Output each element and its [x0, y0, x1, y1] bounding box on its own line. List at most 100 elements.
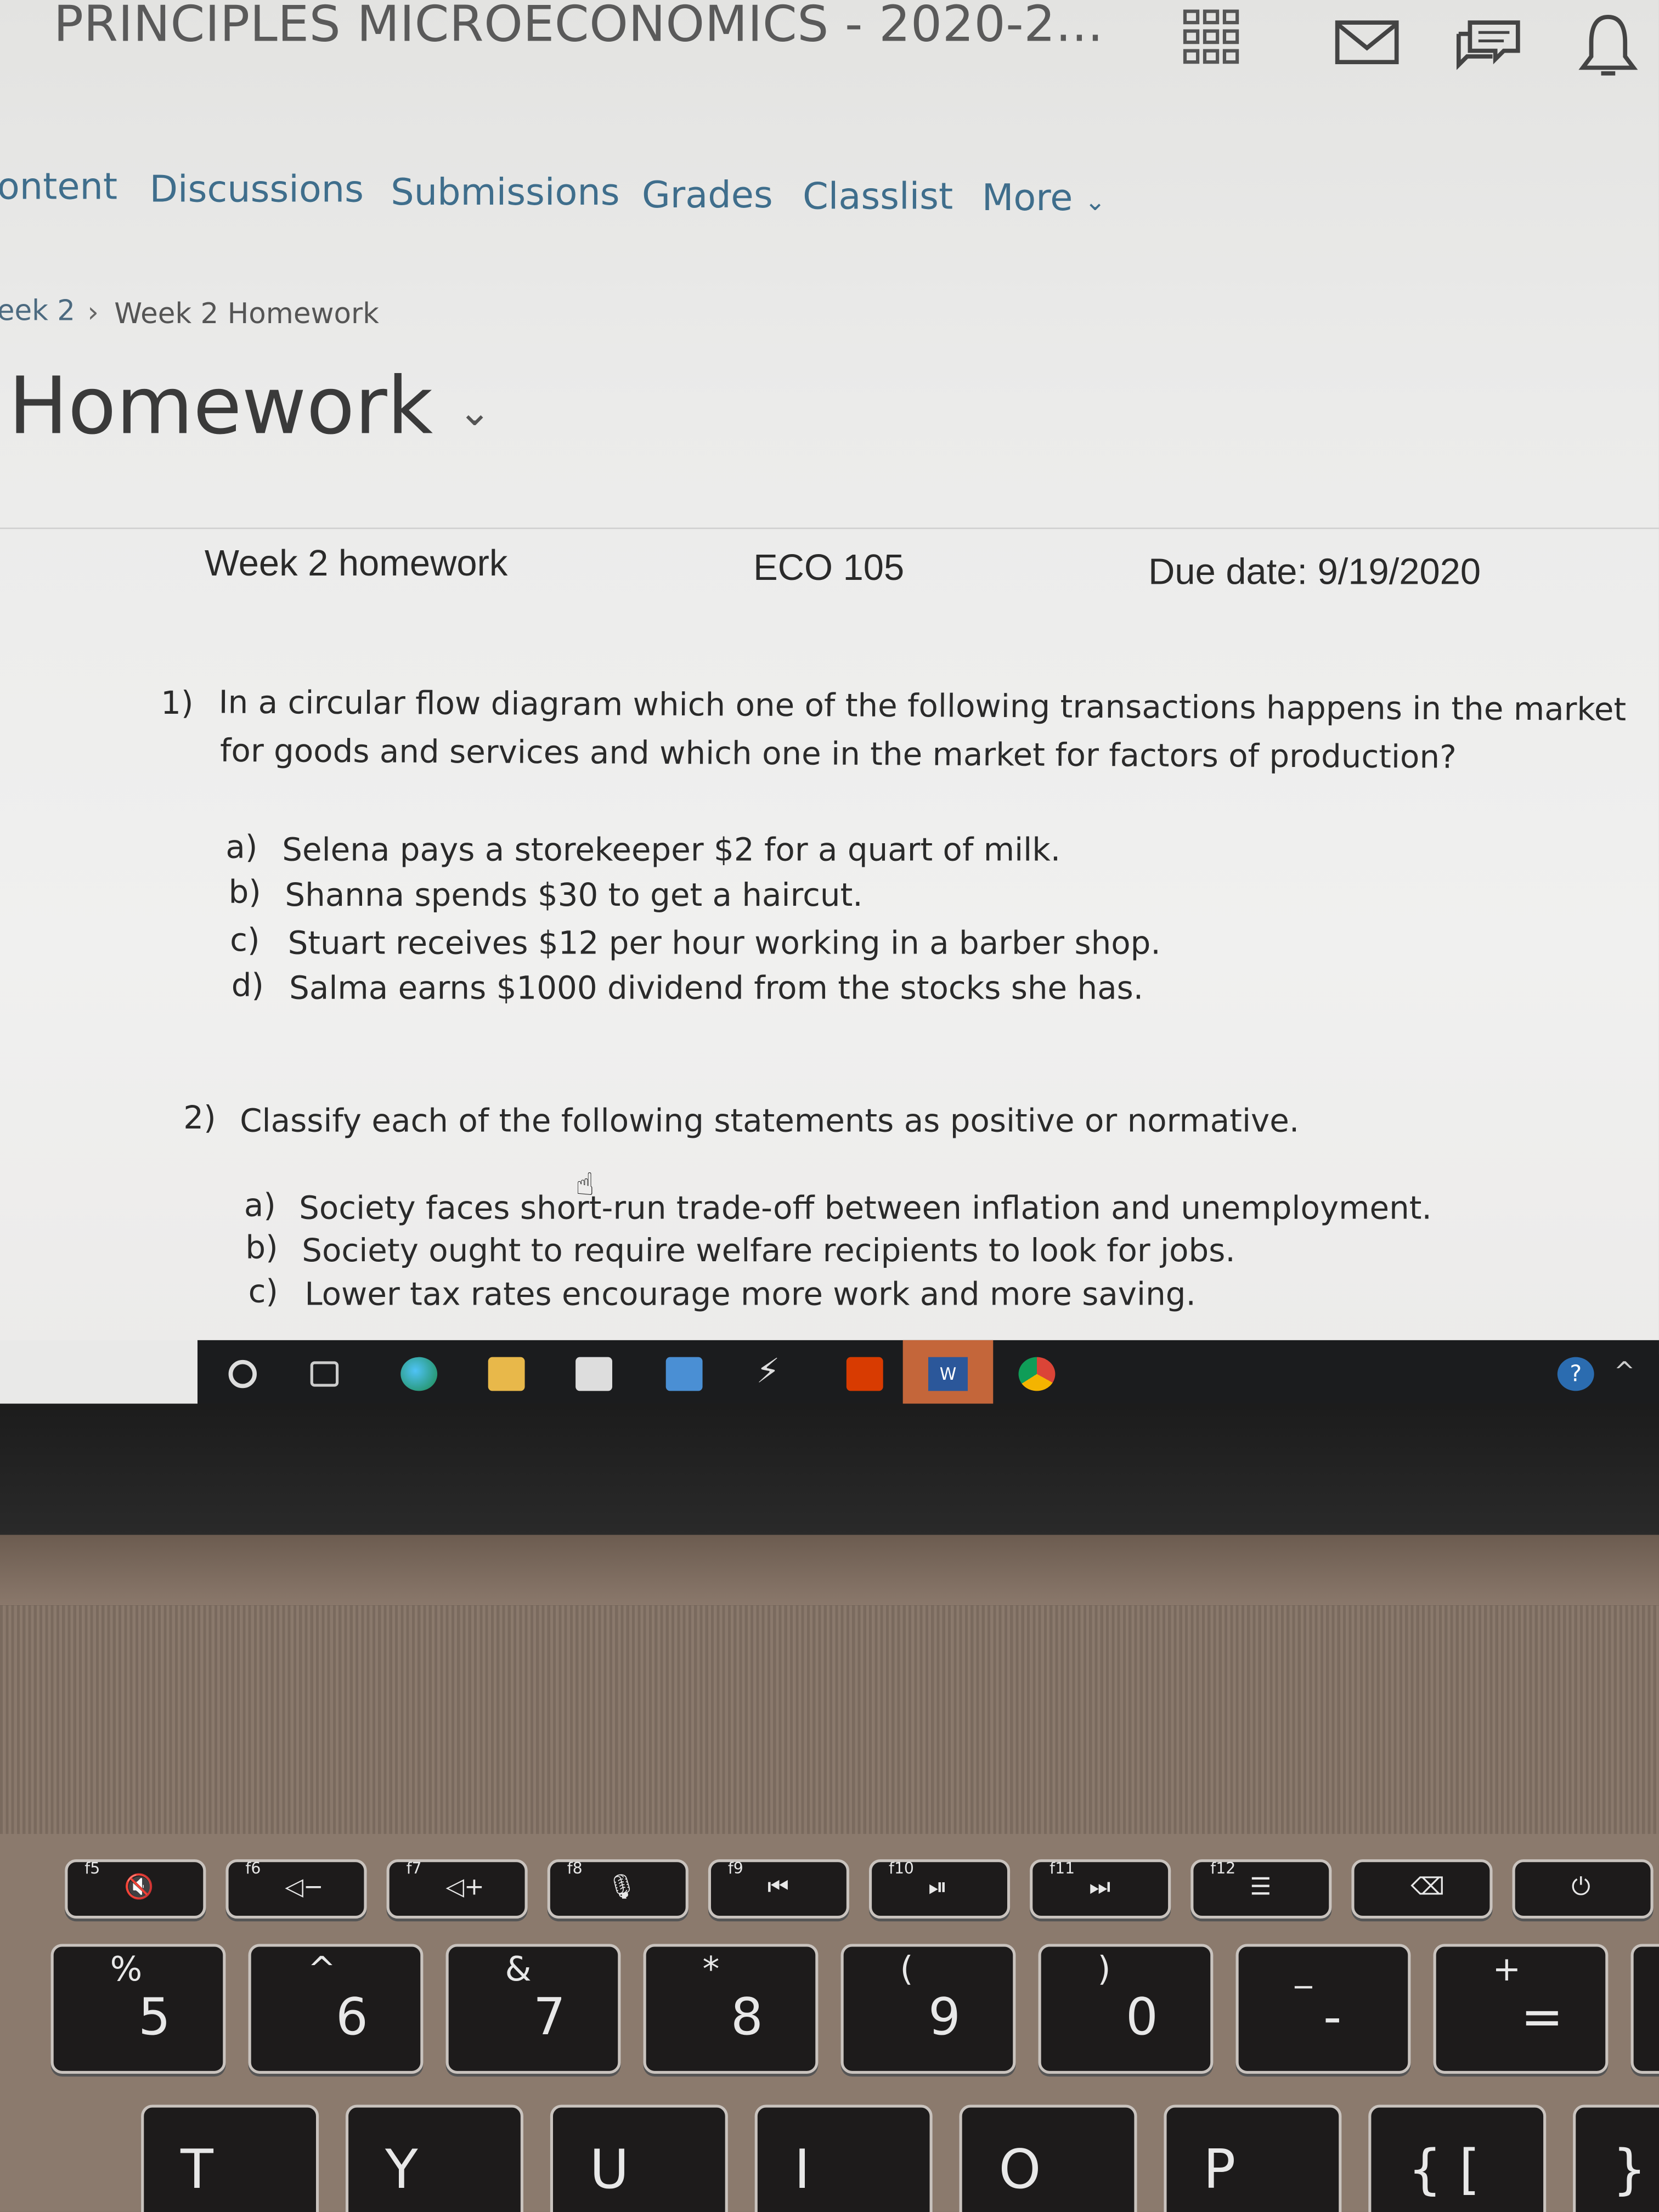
number-key[interactable]: (9	[840, 1944, 1016, 2074]
bell-icon[interactable]	[1577, 12, 1639, 82]
nav-classlist[interactable]: Classlist	[803, 176, 953, 218]
course-title[interactable]: PRINCIPLES MICROECONOMICS - 2020-2...	[54, 0, 1104, 54]
number-key[interactable]: _ -	[1235, 1944, 1411, 2074]
number-key[interactable]: + =	[1433, 1944, 1609, 2074]
fn-key-label: f11	[1049, 1859, 1075, 1878]
chat-icon[interactable]	[1453, 14, 1524, 76]
nav-more[interactable]: More ⌄	[982, 178, 1106, 220]
letter-key[interactable]: } ]	[1573, 2104, 1659, 2212]
q1-option-b-label: b)	[228, 874, 261, 912]
q1-number: 1)	[161, 685, 194, 723]
number-key[interactable]: ^ 6	[248, 1944, 424, 2074]
fn-key-symbol: ◁−	[285, 1873, 324, 1902]
breadcrumb-separator: ›	[87, 295, 99, 329]
fn-key[interactable]: f5 🔇	[65, 1859, 206, 1919]
fn-key-symbol: ◁+	[445, 1873, 484, 1902]
key-letter: O	[998, 2138, 1041, 2201]
key-main-symbol: 0	[1125, 1989, 1158, 2047]
q1-option-b: Shanna spends $30 to get a haircut.	[285, 877, 863, 915]
office-icon[interactable]	[846, 1357, 883, 1391]
letter-key[interactable]: { [	[1368, 2104, 1547, 2212]
doc-header-left: Week 2 homework	[204, 541, 508, 584]
fn-key[interactable]: ⌫	[1351, 1859, 1493, 1919]
word-icon: W	[928, 1357, 968, 1391]
number-key[interactable]: % 5	[50, 1944, 226, 2074]
mail-icon[interactable]	[665, 1357, 703, 1391]
key-shift-symbol: (	[900, 1949, 913, 1989]
fn-key-label: f6	[245, 1859, 261, 1878]
key-shift-symbol: +	[1492, 1949, 1521, 1989]
chevron-up-icon[interactable]: ^	[1614, 1357, 1651, 1391]
power-automate-icon[interactable]: ⚡	[756, 1351, 793, 1391]
search-icon[interactable]	[228, 1359, 257, 1389]
letter-key[interactable]: T	[141, 2104, 319, 2212]
letter-key[interactable]: P	[1164, 2104, 1342, 2212]
fn-key[interactable]: f8 🎙	[547, 1859, 689, 1919]
doc-header-due-date: Due date: 9/19/2020	[1148, 550, 1481, 592]
fn-key[interactable]: ⏻	[1512, 1859, 1654, 1919]
q1-text-2: for goods and services and which one in …	[219, 733, 1457, 777]
page-title[interactable]: Homework ⌄	[8, 361, 491, 453]
fn-key[interactable]: f7 ◁+	[386, 1859, 528, 1919]
q2-option-b-label: b)	[245, 1230, 278, 1267]
number-key[interactable]: ←	[1630, 1944, 1659, 2074]
breadcrumb-parent[interactable]: eek 2	[0, 294, 75, 328]
hand-cursor-icon: ☝	[575, 1168, 595, 1204]
word-taskbar-button[interactable]: W	[902, 1340, 994, 1408]
letter-key[interactable]: U	[550, 2104, 728, 2212]
q2-option-c: Lower tax rates encourage more work and …	[304, 1277, 1196, 1313]
key-main-symbol: 6	[335, 1989, 368, 2047]
fn-key[interactable]: f9 ⏮	[708, 1859, 849, 1919]
fn-key-label: f7	[406, 1859, 422, 1878]
nav-discussions[interactable]: Discussions	[150, 170, 364, 212]
fn-key-label: f8	[567, 1859, 583, 1878]
number-key[interactable]: ) 0	[1038, 1944, 1214, 2074]
number-key[interactable]: & 7	[445, 1944, 621, 2074]
divider	[0, 527, 1659, 529]
chevron-down-icon: ⌄	[458, 388, 492, 435]
help-icon[interactable]: ?	[1557, 1357, 1594, 1391]
key-main-symbol: =	[1520, 1989, 1564, 2047]
fn-key-symbol: 🔇	[124, 1873, 154, 1902]
store-icon[interactable]	[575, 1357, 612, 1391]
fn-key[interactable]: f11 ⏭	[1030, 1859, 1171, 1919]
fn-key-symbol: ⏭	[1089, 1873, 1111, 1902]
task-view-icon[interactable]	[310, 1361, 339, 1387]
chrome-icon[interactable]	[1018, 1357, 1056, 1391]
fn-key-label: f5	[84, 1859, 100, 1878]
fn-key[interactable]: f10 ⏯	[868, 1859, 1011, 1919]
q1-option-c: Stuart receives $12 per hour working in …	[287, 925, 1161, 962]
laptop-hinge	[0, 1534, 1659, 1606]
letter-key[interactable]: I	[754, 2104, 933, 2212]
fn-key[interactable]: f6 ◁−	[225, 1859, 367, 1919]
number-key[interactable]: * 8	[643, 1944, 819, 2074]
key-shift-symbol: _	[1295, 1949, 1312, 1989]
fn-key-label: f10	[888, 1859, 914, 1878]
app-grid-icon[interactable]	[1182, 8, 1242, 67]
q1-option-c-label: c)	[230, 922, 260, 960]
key-shift-symbol: %	[110, 1949, 143, 1989]
key-shift-symbol: &	[505, 1949, 532, 1989]
desktop-strip	[0, 1340, 198, 1408]
page-title-text: Homework	[8, 361, 433, 453]
nav-submissions[interactable]: Submissions	[391, 172, 619, 215]
file-explorer-icon[interactable]	[488, 1357, 525, 1391]
fn-key-symbol: ⌫	[1410, 1873, 1445, 1902]
q1-option-d: Salma earns $1000 dividend from the stoc…	[289, 970, 1144, 1007]
breadcrumb-current: Week 2 Homework	[114, 296, 379, 330]
edge-icon[interactable]	[400, 1357, 438, 1391]
q2-number: 2)	[183, 1100, 216, 1137]
key-shift-symbol: *	[702, 1949, 720, 1989]
mail-icon[interactable]	[1335, 20, 1400, 65]
key-letter: P	[1203, 2138, 1236, 2201]
q2-option-a: Society faces short-run trade-off betwee…	[299, 1190, 1432, 1228]
nav-grades[interactable]: Grades	[642, 175, 773, 217]
letter-key[interactable]: O	[959, 2104, 1137, 2212]
fn-key[interactable]: f12 ☰	[1190, 1859, 1332, 1919]
fn-key-symbol: ⏮	[767, 1873, 789, 1902]
nav-content[interactable]: ontent	[0, 166, 117, 208]
key-letter: } ]	[1612, 2138, 1659, 2201]
key-letter: I	[794, 2138, 810, 2201]
letter-key[interactable]: Y	[345, 2104, 523, 2212]
key-letter: { [	[1408, 2138, 1480, 2201]
